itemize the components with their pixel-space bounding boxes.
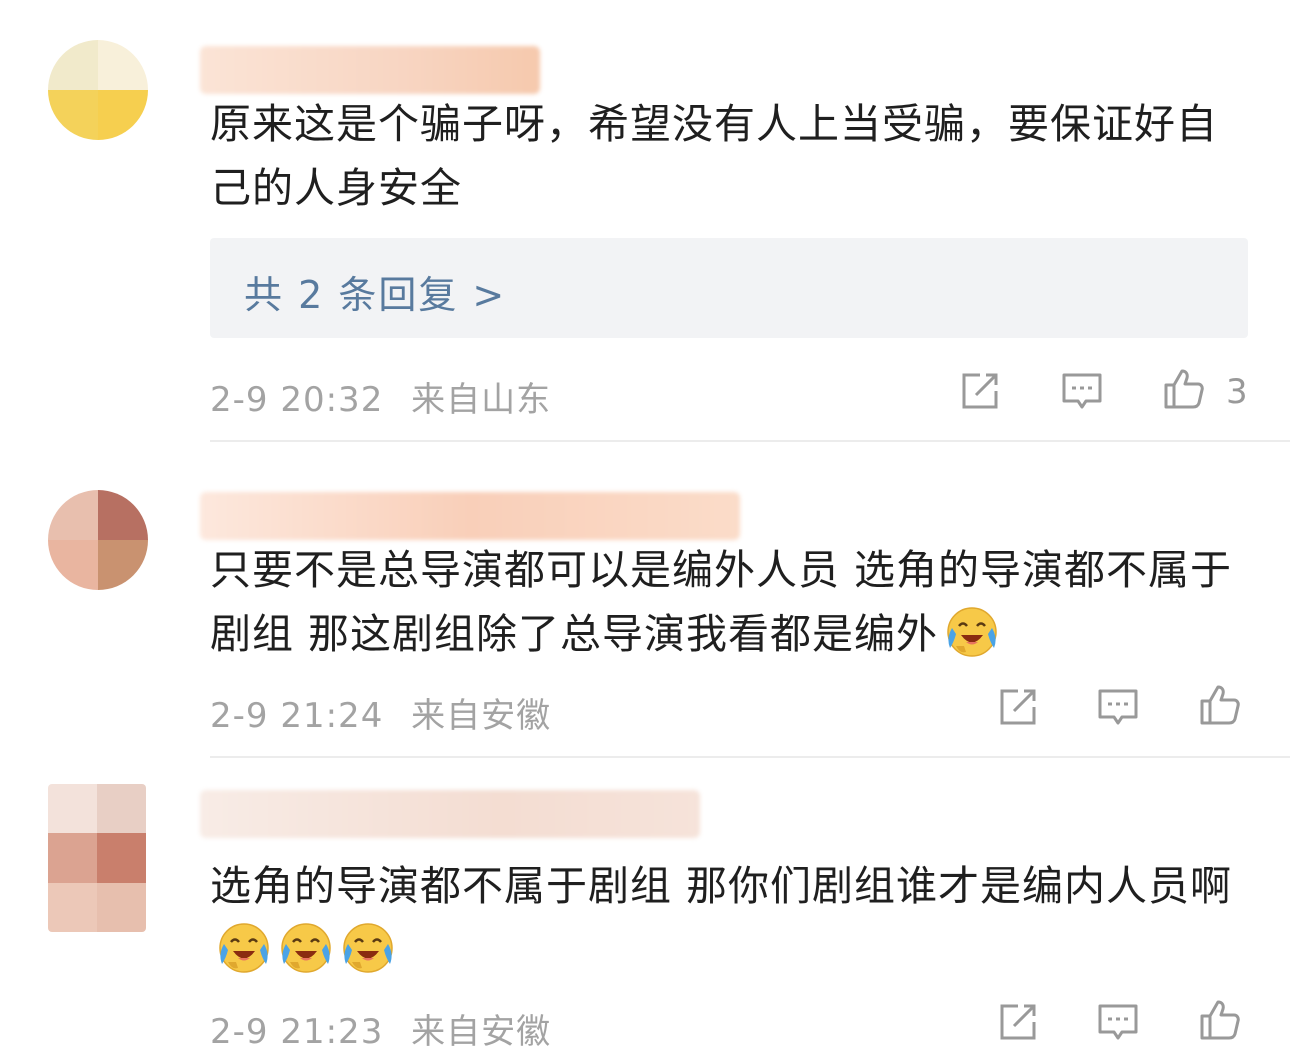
thumbs-up-icon[interactable] xyxy=(1196,681,1244,729)
comment-text: 原来这是个骗子呀，希望没有人上当受骗，要保证好自己的人身安全 xyxy=(210,100,1218,212)
comment-date: 2-9 21:24 xyxy=(210,696,384,736)
crying-laughing-emoji xyxy=(276,918,334,976)
comment-text: 只要不是总导演都可以是编外人员 选角的导演都不属于剧组 那这剧组除了总导演我看都… xyxy=(210,538,1250,666)
divider xyxy=(210,756,1290,758)
share-icon[interactable] xyxy=(956,367,1004,415)
like-count: 3 xyxy=(1226,372,1248,412)
avatar[interactable] xyxy=(48,490,148,590)
comment-icon[interactable] xyxy=(1058,367,1106,415)
comment-text-body: 只要不是总导演都可以是编外人员 选角的导演都不属于剧组 那这剧组除了总导演我看都… xyxy=(210,546,1233,658)
comment-meta: 2-9 21:24 来自安徽 xyxy=(210,688,551,737)
crying-laughing-emoji xyxy=(214,918,272,976)
comment-icon[interactable] xyxy=(1094,998,1142,1046)
username-blurred[interactable] xyxy=(200,46,540,94)
avatar[interactable] xyxy=(48,40,148,140)
crying-laughing-emoji xyxy=(338,918,396,976)
share-icon[interactable] xyxy=(994,683,1042,731)
comment-text: 选角的导演都不属于剧组 那你们剧组谁才是编内人员啊 xyxy=(210,854,1250,982)
comment-date: 2-9 20:32 xyxy=(210,380,384,420)
crying-laughing-emoji xyxy=(942,602,1000,660)
username-blurred[interactable] xyxy=(200,790,700,838)
thumbs-up-icon[interactable] xyxy=(1160,365,1208,413)
avatar[interactable] xyxy=(48,784,146,932)
comment-meta: 2-9 20:32 来自山东 xyxy=(210,372,551,421)
comment-date: 2-9 21:23 xyxy=(210,1012,384,1052)
thumbs-up-icon[interactable] xyxy=(1196,996,1244,1044)
comment-location: 来自安徽 xyxy=(411,696,552,736)
comment-location: 来自安徽 xyxy=(411,1012,552,1052)
comment-text-body: 选角的导演都不属于剧组 那你们剧组谁才是编内人员啊 xyxy=(210,862,1233,910)
divider xyxy=(210,440,1290,442)
username-blurred[interactable] xyxy=(200,492,740,540)
comment-location: 来自山东 xyxy=(411,380,552,420)
comment-icon[interactable] xyxy=(1094,683,1142,731)
replies-label: 共 2 条回复 > xyxy=(244,273,507,317)
view-replies-button[interactable]: 共 2 条回复 > xyxy=(210,238,1248,338)
share-icon[interactable] xyxy=(994,998,1042,1046)
